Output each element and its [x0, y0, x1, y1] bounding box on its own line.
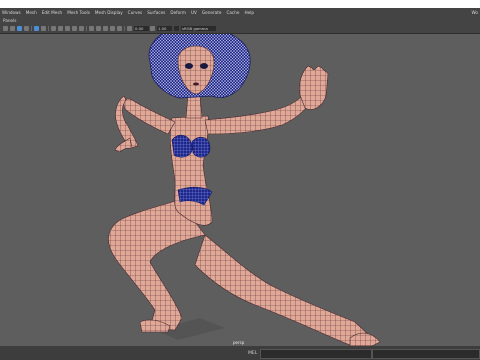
xray-joints-icon[interactable]	[103, 26, 108, 31]
menu-curves[interactable]: Curves	[128, 8, 143, 17]
mel-label[interactable]: MEL	[248, 351, 257, 356]
menu-cache[interactable]: Cache	[226, 8, 239, 17]
menu-surfaces[interactable]: Surfaces	[147, 8, 165, 17]
textured-icon[interactable]	[41, 26, 46, 31]
colorspace-dropdown[interactable]: sRGB gamma	[181, 26, 216, 31]
menu-generate[interactable]: Generate	[202, 8, 222, 17]
command-input[interactable]	[260, 349, 372, 359]
motion-blur-icon[interactable]	[72, 26, 77, 31]
menu-mesh[interactable]: Mesh	[26, 8, 37, 17]
right-eye	[200, 63, 208, 69]
lock-camera-icon[interactable]	[10, 26, 15, 31]
wireframe-on-shaded-icon[interactable]	[34, 26, 39, 31]
toolbar-divider	[48, 26, 49, 31]
right-arm-mesh[interactable]	[204, 91, 316, 135]
menu-windows[interactable]: Windows	[2, 8, 21, 17]
toolbar-divider	[124, 26, 125, 31]
backface-culling-icon[interactable]	[110, 26, 115, 31]
panel-menubar: Panels	[0, 17, 480, 25]
menu-edit-mesh[interactable]: Edit Mesh	[42, 8, 62, 17]
menu-help[interactable]: Help	[244, 8, 254, 17]
exposure-icon[interactable]	[127, 26, 132, 31]
left-upper-arm-mesh[interactable]	[123, 98, 176, 135]
grid-icon[interactable]	[117, 26, 122, 31]
wireframe-icon[interactable]	[17, 26, 22, 31]
viewport-toolbar: 0.00 1.00 sRGB gamma	[0, 25, 480, 34]
viewport-scene[interactable]	[0, 26, 480, 347]
panels-menu[interactable]: Panels	[3, 18, 16, 23]
ambient-occlusion-icon[interactable]	[65, 26, 70, 31]
right-foot-mesh[interactable]	[349, 332, 381, 347]
menu-uv[interactable]: UV	[191, 8, 197, 17]
exposure-field[interactable]: 0.00	[134, 26, 149, 31]
bikini-top-right[interactable]	[191, 136, 211, 158]
torso-mesh[interactable]	[170, 115, 213, 226]
isolate-select-icon[interactable]	[89, 26, 94, 31]
workspace-label[interactable]: Wo	[472, 8, 478, 17]
toolbar-divider	[31, 26, 32, 31]
command-output	[372, 349, 480, 359]
left-hand-mesh[interactable]	[114, 137, 133, 153]
menu-mesh-display[interactable]: Mesh Display	[95, 8, 123, 17]
shadows-icon[interactable]	[58, 26, 63, 31]
select-camera-icon[interactable]	[3, 26, 8, 31]
gamma-icon[interactable]	[150, 26, 155, 31]
title-strip	[0, 0, 480, 8]
menu-mesh-tools[interactable]: Mesh Tools	[67, 8, 90, 17]
neck-mesh[interactable]	[185, 94, 203, 119]
lighting-icon[interactable]	[51, 26, 56, 31]
xray-icon[interactable]	[96, 26, 101, 31]
antialiasing-icon[interactable]	[79, 26, 84, 31]
right-hand-mesh[interactable]	[299, 65, 329, 110]
gamma-field[interactable]: 1.00	[157, 26, 172, 31]
left-eye	[185, 63, 193, 69]
camera-label: persp	[233, 340, 245, 345]
command-line-bar: MEL	[0, 346, 480, 360]
toolbar-divider	[86, 26, 87, 31]
color-management-icon[interactable]	[174, 26, 179, 31]
3d-viewport[interactable]: persp	[0, 26, 480, 347]
main-menubar: Windows Mesh Edit Mesh Mesh Tools Mesh D…	[0, 8, 480, 17]
smooth-shade-icon[interactable]	[24, 26, 29, 31]
menu-deform[interactable]: Deform	[170, 8, 186, 17]
mouth	[193, 82, 199, 86]
